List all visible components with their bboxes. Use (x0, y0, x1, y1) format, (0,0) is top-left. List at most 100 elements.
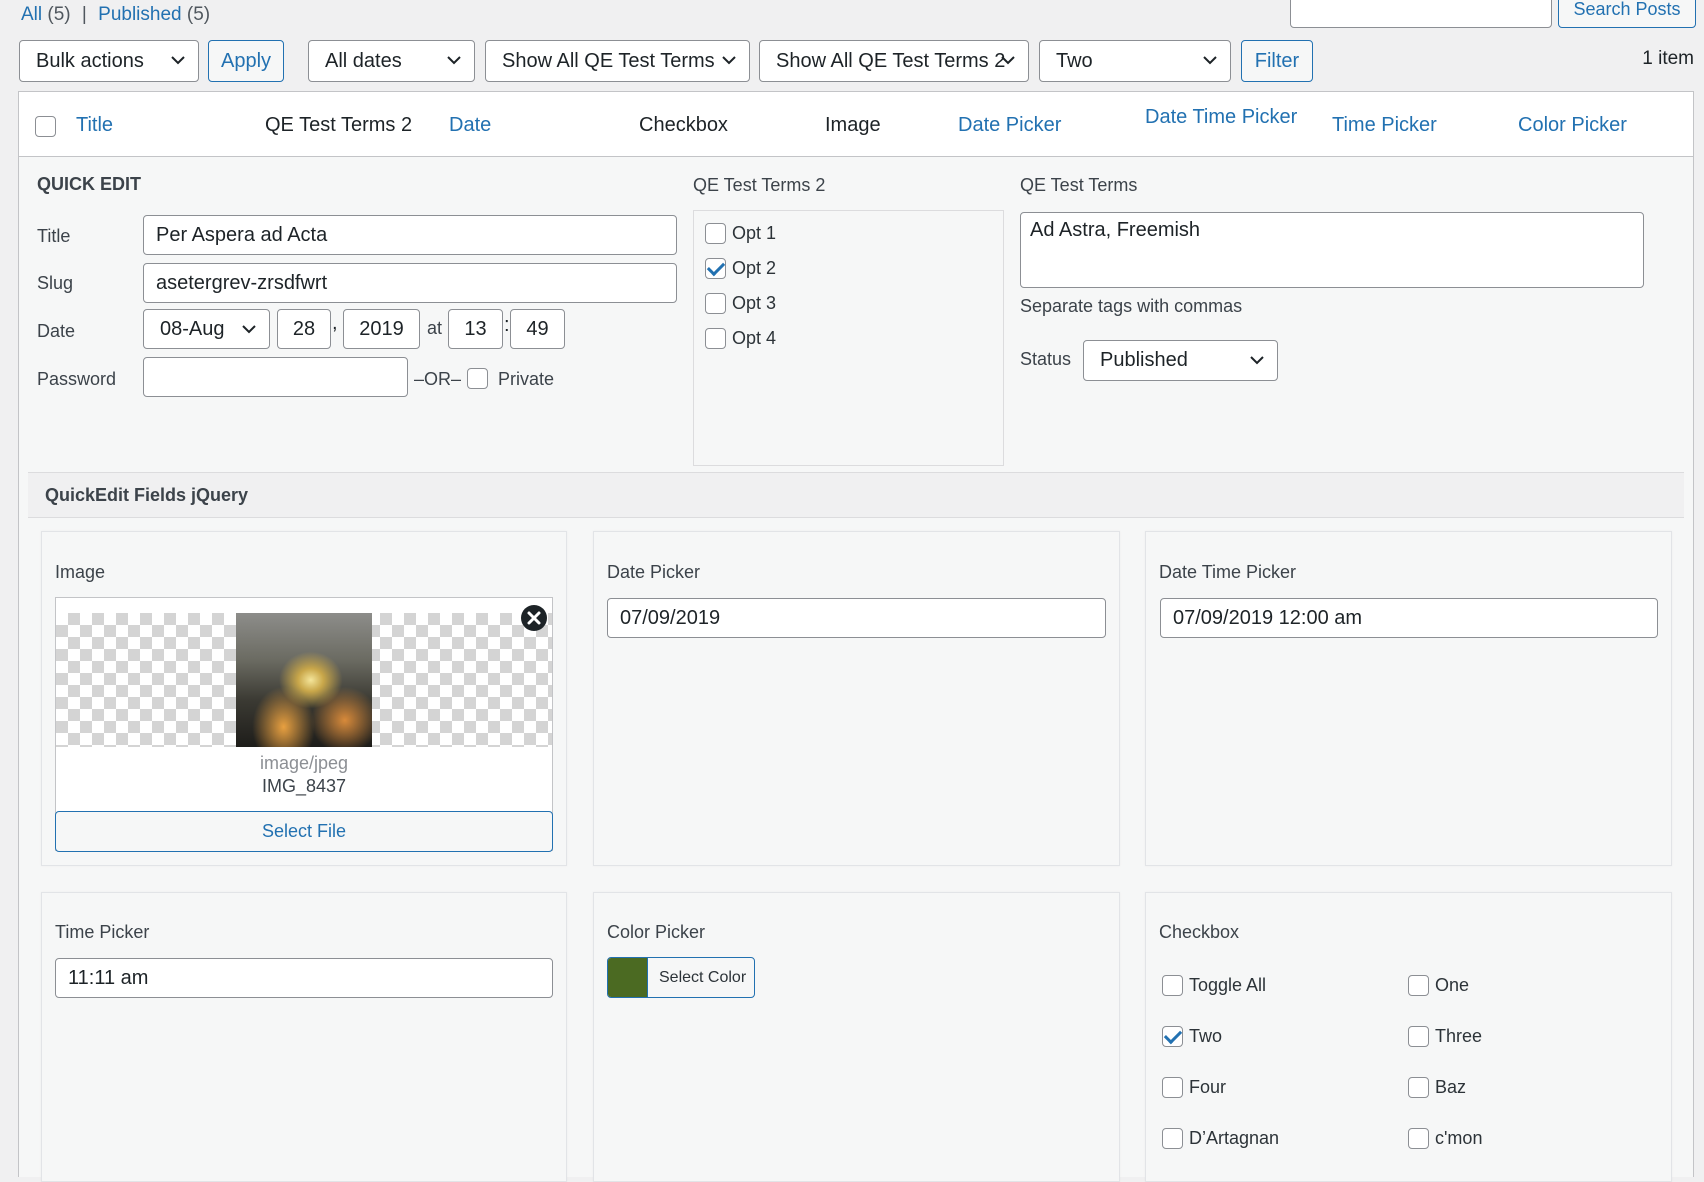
chevron-down-icon (722, 56, 736, 65)
checkbox-option[interactable]: c'mon (1408, 1127, 1482, 1149)
password-label: Password (37, 369, 117, 389)
checkbox-option[interactable]: Baz (1408, 1076, 1466, 1098)
view-all-label: All (21, 4, 43, 25)
checkbox-option[interactable]: Four (1162, 1076, 1226, 1098)
checkbox-option[interactable]: Three (1408, 1025, 1482, 1047)
item-count: 1 item (1642, 48, 1694, 69)
day-input[interactable]: 28 (277, 309, 331, 349)
table-header: Title QE Test Terms 2 Date Checkbox Imag… (18, 91, 1694, 157)
select-color-button[interactable]: Select Color (607, 957, 755, 998)
or-label: –OR– (414, 369, 462, 389)
password-input[interactable] (143, 357, 408, 397)
view-published-link[interactable]: Published (98, 4, 181, 25)
time-picker-input[interactable]: 11:11 am (55, 958, 553, 998)
bulk-actions-select[interactable]: Bulk actions (19, 40, 199, 82)
select-all-checkbox[interactable] (35, 116, 56, 137)
chevron-down-icon (1203, 56, 1217, 65)
qe-terms2-filter-value: Show All QE Test Terms 2 (776, 50, 1006, 72)
month-select[interactable]: 08-Aug (143, 309, 270, 349)
checkbox-option[interactable]: Toggle All (1162, 974, 1266, 996)
term-option[interactable]: Opt 3 (705, 292, 776, 314)
checkbox-option-box[interactable] (1408, 1025, 1429, 1047)
filter-button[interactable]: Filter (1241, 40, 1313, 82)
checkbox-option-label: Toggle All (1189, 974, 1267, 995)
status-views: All (5) | Published (5) (21, 4, 210, 26)
date-comma: , (332, 312, 338, 334)
checkbox-option[interactable]: D’Artagnan (1162, 1127, 1279, 1149)
search-input[interactable] (1290, 0, 1552, 28)
column-title[interactable]: Title (76, 92, 113, 158)
title-input[interactable]: Per Aspera ad Acta (143, 215, 677, 255)
hour-input[interactable]: 13 (448, 309, 503, 349)
year-input[interactable]: 2019 (343, 309, 420, 349)
minute-input[interactable]: 49 (510, 309, 565, 349)
month-value: 08-Aug (160, 318, 225, 340)
term-option-checkbox[interactable] (705, 327, 726, 349)
image-thumbnail (236, 613, 372, 747)
checkbox-option-box[interactable] (1408, 974, 1429, 996)
checkbox-option[interactable]: One (1408, 974, 1469, 996)
private-checkbox[interactable] (467, 368, 488, 389)
checkbox-field-label: Checkbox (1159, 922, 1240, 942)
column-time-picker[interactable]: Time Picker (1332, 92, 1437, 158)
term-option-checkbox[interactable] (705, 222, 726, 244)
term-option[interactable]: Opt 1 (705, 222, 776, 244)
checkbox-option-box[interactable] (1162, 1025, 1183, 1047)
column-date-time-picker[interactable]: Date Time Picker (1145, 84, 1297, 150)
column-color-picker[interactable]: Color Picker (1518, 92, 1627, 158)
bulk-actions-value: Bulk actions (36, 50, 144, 72)
column-checkbox: Checkbox (639, 114, 728, 136)
qe-terms-filter-select[interactable]: Show All QE Test Terms (485, 40, 750, 82)
view-all-count: (5) (47, 4, 71, 25)
checkbox-option-box[interactable] (1162, 974, 1183, 996)
select-file-button[interactable]: Select File (55, 811, 553, 852)
search-posts-button[interactable]: Search Posts (1558, 0, 1696, 28)
apply-button[interactable]: Apply (208, 40, 284, 82)
qe-terms-heading: QE Test Terms (1020, 175, 1138, 195)
term-option[interactable]: Opt 2 (705, 257, 776, 279)
checkbox-option-box[interactable] (1408, 1076, 1429, 1098)
chevron-down-icon (171, 56, 185, 65)
checkbox-option-box[interactable] (1408, 1127, 1429, 1149)
dates-value: All dates (325, 50, 402, 72)
date-time-picker-label: Date Time Picker (1159, 562, 1297, 582)
column-image: Image (825, 114, 881, 136)
select-color-label: Select Color (659, 969, 747, 986)
slug-input[interactable]: asetergrev-zrsdfwrt (143, 263, 677, 303)
at-label: at (427, 318, 443, 338)
remove-image-icon[interactable] (520, 604, 548, 632)
title-label: Title (37, 226, 71, 246)
checkbox-option-label: Baz (1435, 1076, 1467, 1097)
qe-terms2-filter-select[interactable]: Show All QE Test Terms 2 (759, 40, 1029, 82)
time-colon: : (504, 314, 510, 336)
quick-edit-heading: QUICK EDIT (37, 174, 142, 194)
dates-select[interactable]: All dates (308, 40, 475, 82)
status-value: Published (1100, 349, 1188, 371)
column-date-picker[interactable]: Date Picker (958, 92, 1061, 158)
checkbox-option[interactable]: Two (1162, 1025, 1222, 1047)
checkbox-filter-select[interactable]: Two (1039, 40, 1231, 82)
view-published-label: Published (98, 4, 182, 25)
view-all-link[interactable]: All (21, 4, 42, 25)
term-option-checkbox[interactable] (705, 292, 726, 314)
status-select[interactable]: Published (1083, 340, 1278, 381)
checkbox-option-label: Three (1435, 1025, 1483, 1046)
checkbox-option-box[interactable] (1162, 1127, 1183, 1149)
chevron-down-icon (1250, 356, 1264, 365)
qe-terms-textarea[interactable]: Ad Astra, Freemish (1020, 212, 1644, 288)
checkbox-option-label: One (1435, 974, 1470, 995)
checkbox-filter-value: Two (1056, 50, 1093, 72)
qe-terms-filter-value: Show All QE Test Terms (502, 50, 715, 72)
checkbox-option-box[interactable] (1162, 1076, 1183, 1098)
term-option-checkbox[interactable] (705, 257, 726, 279)
date-picker-label: Date Picker (607, 562, 701, 582)
date-picker-input[interactable]: 07/09/2019 (607, 598, 1106, 638)
views-separator: | (81, 4, 87, 25)
date-time-picker-input[interactable]: 07/09/2019 12:00 am (1160, 598, 1658, 638)
chevron-down-icon (242, 325, 256, 334)
time-picker-label: Time Picker (55, 922, 150, 942)
term-option[interactable]: Opt 4 (705, 327, 776, 349)
image-label: Image (55, 562, 106, 582)
column-date[interactable]: Date (449, 92, 491, 158)
color-picker-label: Color Picker (607, 922, 706, 942)
